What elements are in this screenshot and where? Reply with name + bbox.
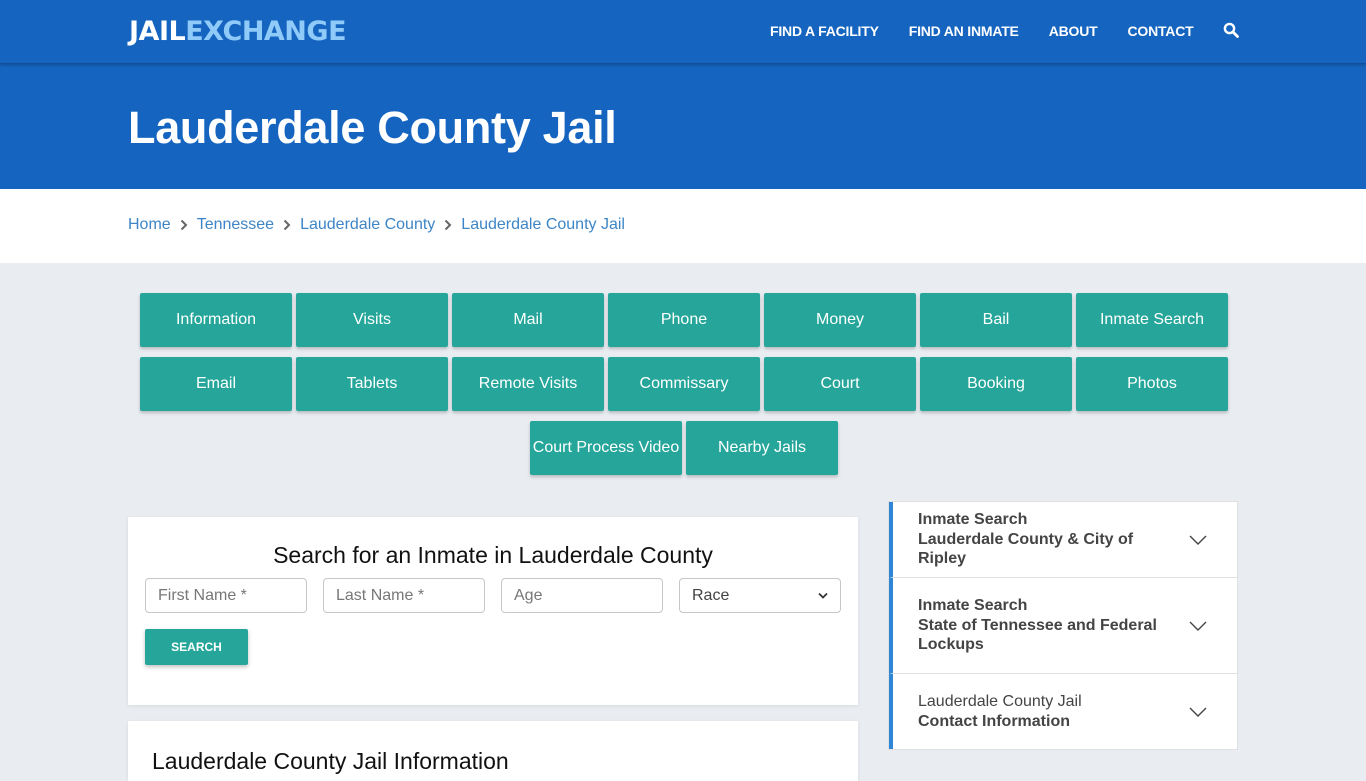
tile-photos[interactable]: Photos (1076, 357, 1228, 411)
nav-find-facility[interactable]: FIND A FACILITY (770, 22, 879, 40)
chevron-right-icon (278, 218, 296, 232)
search-card-title: Search for an Inmate in Lauderdale Count… (273, 542, 713, 568)
accordion-item-county-search[interactable]: Inmate Search Lauderdale County & City o… (889, 502, 1237, 578)
tile-email[interactable]: Email (140, 357, 292, 411)
facility-menu: Information Visits Mail Phone Money Bail… (139, 293, 1229, 485)
accordion-item-contact-info[interactable]: Lauderdale County Jail Contact Informati… (889, 674, 1237, 749)
main-nav: FIND A FACILITY FIND AN INMATE ABOUT CON… (770, 22, 1240, 40)
age-input[interactable] (501, 578, 663, 613)
jail-information-card: Lauderdale County Jail Information (128, 721, 858, 781)
site-logo[interactable]: JAILEXCHANGE (129, 16, 347, 48)
sidebar-accordion: Inmate Search Lauderdale County & City o… (888, 501, 1238, 750)
tile-mail[interactable]: Mail (452, 293, 604, 347)
chevron-down-icon (818, 592, 828, 599)
accordion-item-state-search[interactable]: Inmate Search State of Tennessee and Fed… (889, 578, 1237, 674)
tile-money[interactable]: Money (764, 293, 916, 347)
nav-contact[interactable]: CONTACT (1127, 22, 1193, 40)
menu-row: Email Tablets Remote Visits Commissary C… (139, 357, 1229, 411)
menu-row: Court Process Video Nearby Jails (139, 421, 1229, 475)
accordion-line2: State of Tennessee and Federal Lockups (918, 616, 1157, 654)
race-select[interactable]: Race (679, 578, 841, 613)
breadcrumb-current[interactable]: Lauderdale County Jail (461, 216, 625, 234)
breadcrumb-bar: Home Tennessee Lauderdale County Lauderd… (0, 189, 1366, 263)
breadcrumb-home[interactable]: Home (128, 216, 171, 234)
search-icon[interactable] (1223, 22, 1240, 38)
hero-banner: Lauderdale County Jail (0, 64, 1366, 189)
page-title: Lauderdale County Jail (128, 102, 617, 153)
accordion-line2: Lauderdale County & City of Ripley (918, 530, 1134, 568)
tile-inmate-search[interactable]: Inmate Search (1076, 293, 1228, 347)
last-name-input[interactable] (323, 578, 485, 613)
tile-information[interactable]: Information (140, 293, 292, 347)
chevron-down-icon (1189, 535, 1207, 545)
tile-nearby-jails[interactable]: Nearby Jails (686, 421, 838, 475)
race-select-value: Race (692, 586, 730, 604)
tile-phone[interactable]: Phone (608, 293, 760, 347)
accordion-line1: Inmate Search (918, 597, 1028, 615)
first-name-input[interactable] (145, 578, 307, 613)
chevron-down-icon (1189, 621, 1207, 631)
top-navbar: JAILEXCHANGE FIND A FACILITY FIND AN INM… (0, 0, 1366, 64)
search-button[interactable]: SEARCH (145, 629, 248, 665)
tile-court[interactable]: Court (764, 357, 916, 411)
logo-jail: JAIL (129, 16, 186, 47)
breadcrumb: Home Tennessee Lauderdale County Lauderd… (128, 216, 625, 234)
info-section-title: Lauderdale County Jail Information (152, 748, 509, 774)
tile-commissary[interactable]: Commissary (608, 357, 760, 411)
tile-bail[interactable]: Bail (920, 293, 1072, 347)
chevron-right-icon (439, 218, 457, 232)
tile-court-process-video[interactable]: Court Process Video (530, 421, 682, 475)
accordion-line1: Inmate Search (918, 511, 1028, 529)
tile-booking[interactable]: Booking (920, 357, 1072, 411)
accordion-line1: Lauderdale County Jail (918, 693, 1082, 710)
breadcrumb-state[interactable]: Tennessee (197, 216, 274, 234)
inmate-search-card: Search for an Inmate in Lauderdale Count… (128, 517, 858, 705)
tile-remote-visits[interactable]: Remote Visits (452, 357, 604, 411)
breadcrumb-county[interactable]: Lauderdale County (300, 216, 435, 234)
menu-row: Information Visits Mail Phone Money Bail… (139, 293, 1229, 347)
chevron-down-icon (1189, 707, 1207, 717)
tile-tablets[interactable]: Tablets (296, 357, 448, 411)
nav-find-inmate[interactable]: FIND AN INMATE (909, 22, 1019, 40)
accordion-line2: Contact Information (918, 712, 1070, 730)
chevron-right-icon (175, 218, 193, 232)
nav-about[interactable]: ABOUT (1049, 22, 1098, 40)
tile-visits[interactable]: Visits (296, 293, 448, 347)
logo-exchange: EXCHANGE (185, 16, 347, 47)
